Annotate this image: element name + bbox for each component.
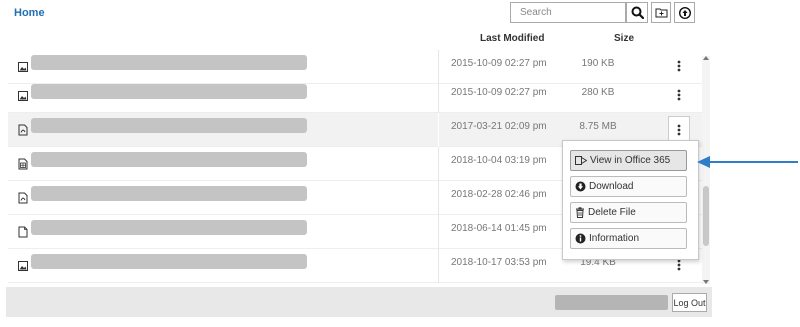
table-row[interactable]: 2015-10-09 02:27 pm 280 KB [8, 79, 702, 113]
menu-item-label: Delete File [588, 207, 636, 218]
file-size: 190 KB [581, 58, 615, 69]
column-divider [438, 113, 439, 147]
column-divider [438, 215, 439, 249]
file-name-redacted[interactable] [31, 118, 307, 133]
file-name-redacted[interactable] [31, 55, 307, 70]
kebab-icon [677, 259, 681, 271]
scroll-thumb[interactable] [703, 186, 709, 246]
file-name-redacted[interactable] [31, 254, 307, 269]
annotation-arrow-icon [697, 156, 798, 168]
file-size: 280 KB [581, 87, 615, 98]
kebab-icon [677, 60, 681, 72]
search-input[interactable]: Search [510, 2, 626, 23]
file-modified-date: 2018-06-14 01:45 pm [451, 223, 547, 234]
blank-file-icon [18, 226, 28, 238]
file-name-redacted[interactable] [31, 220, 307, 235]
trash-icon [576, 207, 584, 218]
kebab-icon [677, 89, 681, 101]
footer-bar: Log Out [6, 287, 712, 317]
file-modified-date: 2018-02-28 02:46 pm [451, 189, 547, 200]
image-file-icon [18, 261, 28, 271]
new-folder-button[interactable] [651, 2, 671, 23]
file-modified-date: 2015-10-09 02:27 pm [451, 87, 547, 98]
scroll-up-arrow[interactable] [703, 56, 709, 60]
file-modified-date: 2015-10-09 02:27 pm [451, 58, 547, 69]
file-name-redacted[interactable] [31, 84, 307, 99]
column-divider [438, 181, 439, 215]
menu-item-label: Download [589, 181, 634, 192]
file-modified-date: 2018-10-04 03:19 pm [451, 155, 547, 166]
row-menu-button[interactable] [668, 83, 690, 107]
column-divider [438, 79, 439, 113]
image-file-icon [18, 62, 28, 72]
column-divider [438, 249, 439, 283]
row-menu-button[interactable] [668, 54, 690, 78]
menu-item-label: View in Office 365 [590, 155, 671, 166]
file-context-menu: View in Office 365 Download Delete File … [562, 140, 699, 260]
office-icon [575, 156, 587, 165]
new-folder-icon [655, 8, 667, 18]
spreadsheet-file-icon [18, 158, 28, 170]
file-modified-date: 2017-03-21 02:09 pm [451, 121, 547, 132]
logout-button[interactable]: Log Out [672, 293, 707, 312]
download-icon [575, 181, 586, 192]
view-in-office-365-menu-item[interactable]: View in Office 365 [570, 150, 687, 171]
file-name-redacted[interactable] [31, 186, 307, 201]
column-header-last-modified[interactable]: Last Modified [480, 33, 544, 44]
scroll-down-arrow[interactable] [703, 280, 709, 284]
file-size: 8.75 MB [579, 121, 617, 132]
pdf-file-icon [18, 192, 28, 204]
row-menu-button-active[interactable] [668, 116, 690, 142]
kebab-icon [677, 124, 681, 135]
upload-button[interactable] [674, 2, 695, 23]
search-icon [631, 6, 644, 19]
search-button[interactable] [626, 2, 648, 23]
file-name-redacted[interactable] [31, 152, 307, 167]
download-menu-item[interactable]: Download [570, 176, 687, 197]
info-icon [575, 233, 586, 244]
username-redacted [555, 295, 668, 310]
delete-file-menu-item[interactable]: Delete File [570, 202, 687, 223]
column-divider [438, 147, 439, 181]
upload-icon [678, 6, 691, 19]
breadcrumb-home[interactable]: Home [14, 7, 45, 19]
menu-item-label: Information [589, 233, 640, 244]
file-modified-date: 2018-10-17 03:53 pm [451, 257, 547, 268]
image-file-icon [18, 91, 28, 101]
pdf-file-icon [18, 124, 28, 136]
column-header-size[interactable]: Size [614, 33, 634, 44]
information-menu-item[interactable]: Information [570, 228, 687, 249]
